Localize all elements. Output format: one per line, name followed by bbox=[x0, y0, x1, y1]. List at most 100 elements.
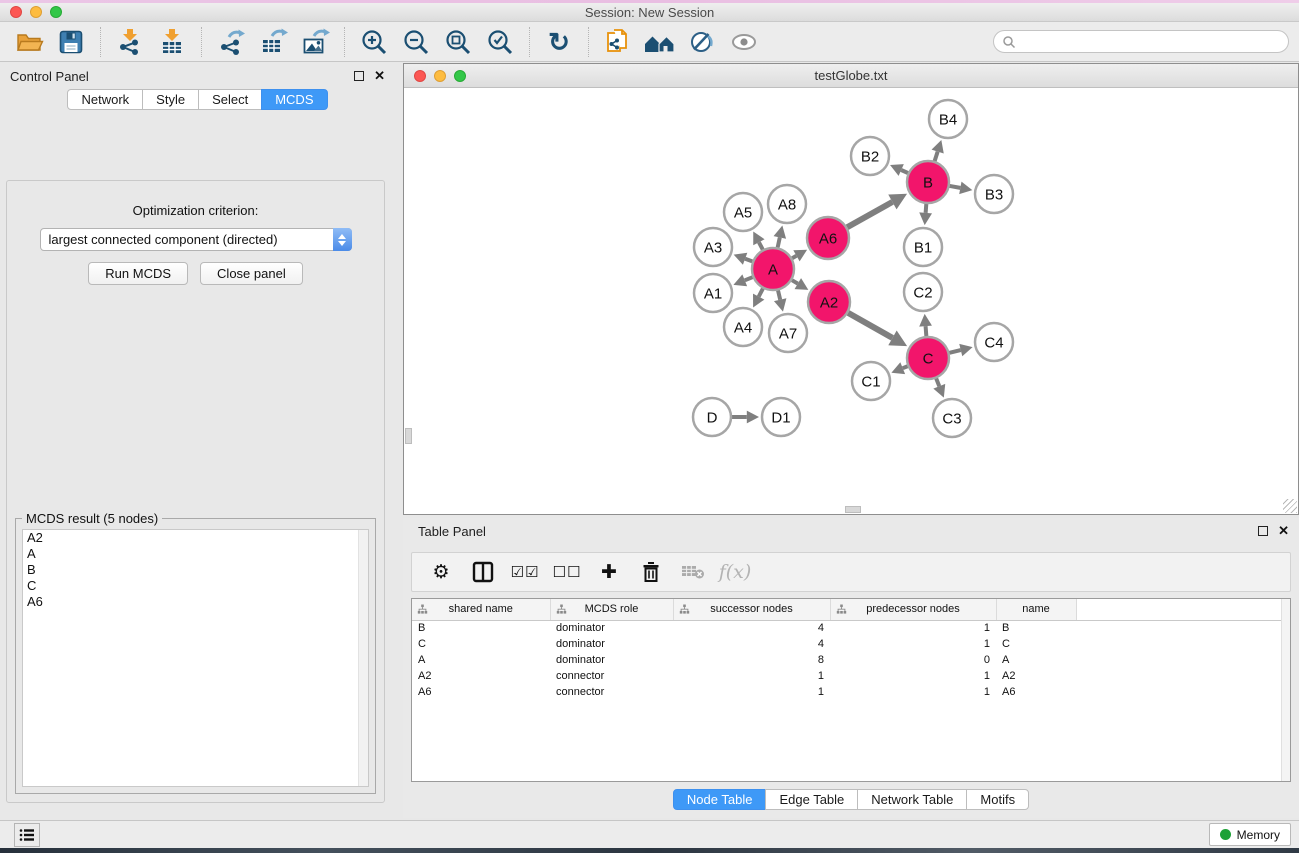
table-scrollbar[interactable] bbox=[1281, 599, 1290, 781]
table-cell[interactable]: 1 bbox=[673, 668, 830, 684]
table-row[interactable]: Adominator80A bbox=[412, 652, 1290, 668]
table-cell[interactable]: dominator bbox=[550, 652, 673, 668]
tab-style[interactable]: Style bbox=[142, 89, 199, 110]
table-cell[interactable]: B bbox=[412, 620, 550, 636]
node-C2[interactable]: C2 bbox=[904, 273, 942, 311]
node-A2[interactable]: A2 bbox=[808, 281, 850, 323]
table-cell[interactable]: connector bbox=[550, 668, 673, 684]
zoom-fit-button[interactable] bbox=[440, 25, 476, 59]
search-input[interactable] bbox=[1016, 35, 1280, 49]
task-history-button[interactable] bbox=[14, 823, 40, 847]
table-cell[interactable]: dominator bbox=[550, 620, 673, 636]
result-list-item[interactable]: C bbox=[23, 578, 368, 594]
node-A[interactable]: A bbox=[752, 248, 794, 290]
search-box[interactable] bbox=[993, 30, 1289, 53]
table-cell[interactable]: A6 bbox=[996, 684, 1076, 700]
table-row[interactable]: Cdominator41C bbox=[412, 636, 1290, 652]
edge-D-D1[interactable] bbox=[732, 411, 759, 424]
edge-A-A3[interactable] bbox=[734, 253, 753, 265]
edge-A-A1[interactable] bbox=[733, 274, 752, 286]
window-resize-grip[interactable] bbox=[1283, 499, 1297, 513]
zoom-out-button[interactable] bbox=[398, 25, 434, 59]
result-list-scrollbar[interactable] bbox=[358, 530, 368, 786]
column-header-shared-name[interactable]: shared name bbox=[412, 599, 550, 620]
edge-A-A4[interactable] bbox=[753, 289, 764, 308]
node-A1[interactable]: A1 bbox=[694, 274, 732, 312]
clone-network-button[interactable] bbox=[600, 25, 636, 59]
node-D[interactable]: D bbox=[693, 398, 731, 436]
add-column-button[interactable]: ✚ bbox=[592, 557, 626, 587]
table-cell[interactable]: A2 bbox=[412, 668, 550, 684]
result-list-item[interactable]: A6 bbox=[23, 594, 368, 610]
close-table-panel-icon[interactable]: ✕ bbox=[1278, 525, 1289, 537]
node-B[interactable]: B bbox=[907, 161, 949, 203]
table-cell[interactable]: C bbox=[412, 636, 550, 652]
zoom-selected-button[interactable] bbox=[482, 25, 518, 59]
column-visibility-button[interactable] bbox=[466, 557, 500, 587]
deselect-all-button[interactable]: ☐☐ bbox=[550, 557, 584, 587]
node-C4[interactable]: C4 bbox=[975, 323, 1013, 361]
edge-A2-C[interactable] bbox=[848, 313, 907, 346]
delete-column-button[interactable] bbox=[634, 557, 668, 587]
close-panel-icon[interactable]: ✕ bbox=[374, 70, 385, 82]
table-row[interactable]: A6connector11A6 bbox=[412, 684, 1290, 700]
refresh-layout-button[interactable]: ↻ bbox=[541, 25, 577, 59]
network-window-titlebar[interactable]: testGlobe.txt bbox=[404, 64, 1298, 88]
edge-A-A8[interactable] bbox=[774, 226, 787, 248]
first-neighbors-button[interactable] bbox=[642, 25, 678, 59]
column-header-name[interactable]: name bbox=[996, 599, 1076, 620]
table-cell[interactable]: 1 bbox=[830, 636, 996, 652]
tab-node-table[interactable]: Node Table bbox=[673, 789, 767, 810]
edge-B-B2[interactable] bbox=[890, 164, 908, 176]
edge-C-C4[interactable] bbox=[949, 344, 972, 356]
node-B2[interactable]: B2 bbox=[851, 137, 889, 175]
mcds-result-list[interactable]: A2ABCA6 bbox=[22, 529, 369, 787]
network-canvas[interactable]: AA1A2A3A4A5A6A7A8BB1B2B3B4CC1C2C3C4DD1 bbox=[405, 88, 1297, 513]
edge-A-A2[interactable] bbox=[792, 278, 808, 290]
table-cell[interactable]: B bbox=[996, 620, 1076, 636]
result-list-item[interactable]: A2 bbox=[23, 530, 368, 546]
import-network-button[interactable] bbox=[112, 25, 148, 59]
edge-C-C3[interactable] bbox=[933, 378, 945, 397]
table-cell[interactable]: 1 bbox=[673, 684, 830, 700]
result-list-item[interactable]: A bbox=[23, 546, 368, 562]
node-B3[interactable]: B3 bbox=[975, 175, 1013, 213]
run-mcds-button[interactable]: Run MCDS bbox=[88, 262, 188, 285]
optimization-select[interactable]: largest connected component (directed) bbox=[40, 228, 352, 251]
table-row[interactable]: A2connector11A2 bbox=[412, 668, 1290, 684]
tab-motifs[interactable]: Motifs bbox=[966, 789, 1029, 810]
node-C1[interactable]: C1 bbox=[852, 362, 890, 400]
select-all-button[interactable]: ☑☑ bbox=[508, 557, 542, 587]
edge-C-C1[interactable] bbox=[891, 362, 907, 374]
tab-edge-table[interactable]: Edge Table bbox=[765, 789, 858, 810]
tab-network-table[interactable]: Network Table bbox=[857, 789, 967, 810]
table-cell[interactable]: 1 bbox=[830, 620, 996, 636]
table-cell[interactable]: A bbox=[412, 652, 550, 668]
edge-B-B4[interactable] bbox=[932, 140, 944, 161]
zoom-in-button[interactable] bbox=[356, 25, 392, 59]
save-session-button[interactable] bbox=[53, 25, 89, 59]
node-B4[interactable]: B4 bbox=[929, 100, 967, 138]
result-list-item[interactable]: B bbox=[23, 562, 368, 578]
column-header-predecessor-nodes[interactable]: predecessor nodes bbox=[830, 599, 996, 620]
table-cell[interactable]: C bbox=[996, 636, 1076, 652]
edge-B-B3[interactable] bbox=[950, 182, 973, 195]
table-cell[interactable]: A bbox=[996, 652, 1076, 668]
tab-network[interactable]: Network bbox=[67, 89, 143, 110]
tab-select[interactable]: Select bbox=[198, 89, 262, 110]
table-cell[interactable]: A2 bbox=[996, 668, 1076, 684]
node-A8[interactable]: A8 bbox=[768, 185, 806, 223]
edge-B-B1[interactable] bbox=[919, 204, 932, 225]
table-cell[interactable]: 0 bbox=[830, 652, 996, 668]
node-A3[interactable]: A3 bbox=[694, 228, 732, 266]
table-cell[interactable]: 4 bbox=[673, 636, 830, 652]
node-D1[interactable]: D1 bbox=[762, 398, 800, 436]
export-image-button[interactable] bbox=[297, 25, 333, 59]
table-cell[interactable]: 1 bbox=[830, 668, 996, 684]
network-graph[interactable]: AA1A2A3A4A5A6A7A8BB1B2B3B4CC1C2C3C4DD1 bbox=[405, 88, 1299, 515]
show-graphics-details-button[interactable] bbox=[684, 25, 720, 59]
node-A4[interactable]: A4 bbox=[724, 308, 762, 346]
edge-A-A5[interactable] bbox=[753, 231, 764, 249]
column-header-successor-nodes[interactable]: successor nodes bbox=[673, 599, 830, 620]
node-A5[interactable]: A5 bbox=[724, 193, 762, 231]
